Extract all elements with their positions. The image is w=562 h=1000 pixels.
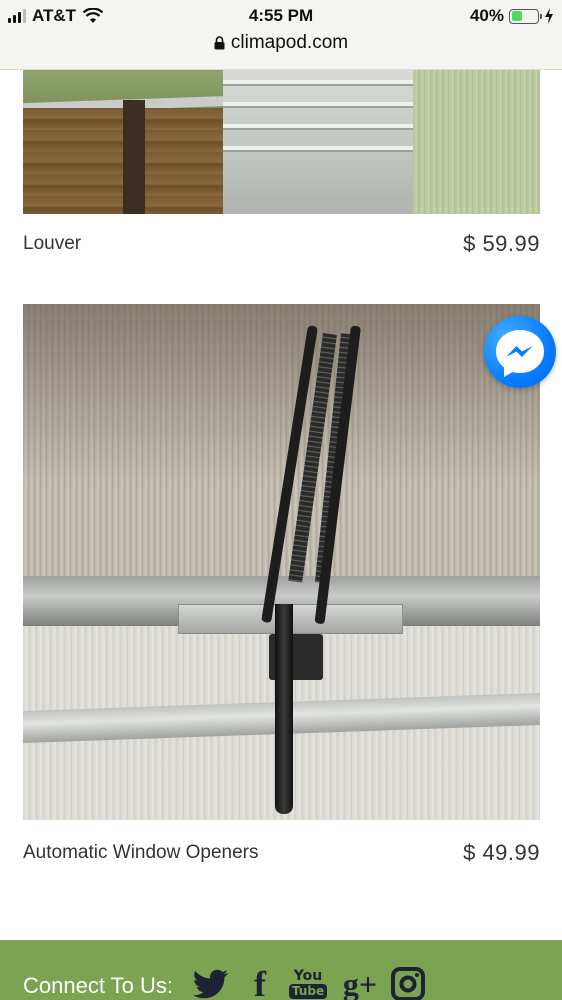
twitter-icon[interactable] — [192, 964, 230, 1000]
product-name-louver[interactable]: Louver — [23, 233, 81, 255]
battery-icon — [509, 8, 542, 24]
battery-percent: 40% — [469, 6, 504, 25]
window-opener-product-image[interactable] — [23, 304, 540, 820]
product-price-louver: $ 59.99 — [463, 231, 540, 256]
instagram-icon[interactable] — [390, 964, 426, 1000]
battery-group: 40% — [470, 6, 554, 26]
site-footer: Connect To Us: f You Tube g+ — [0, 940, 562, 1000]
facebook-icon[interactable]: f — [246, 964, 274, 1000]
connect-label: Connect To Us: — [23, 973, 174, 998]
battery-level-fill — [511, 11, 522, 21]
product-name-window-openers[interactable]: Automatic Window Openers — [23, 842, 259, 864]
google-plus-icon[interactable]: g+ — [340, 964, 380, 1000]
charging-icon — [545, 8, 553, 24]
youtube-icon[interactable]: You Tube — [288, 964, 328, 1000]
url-bar[interactable]: climapod.com — [0, 32, 562, 54]
louver-product-image[interactable] — [23, 70, 540, 214]
messenger-chat-button[interactable] — [484, 316, 556, 388]
product-price-window-openers: $ 49.99 — [463, 840, 540, 865]
messenger-icon — [496, 330, 544, 377]
url-domain: climapod.com — [230, 32, 349, 53]
lock-icon — [214, 36, 225, 50]
browser-status-bar: AT&T 4:55 PM 40% climapod.com — [0, 0, 562, 70]
